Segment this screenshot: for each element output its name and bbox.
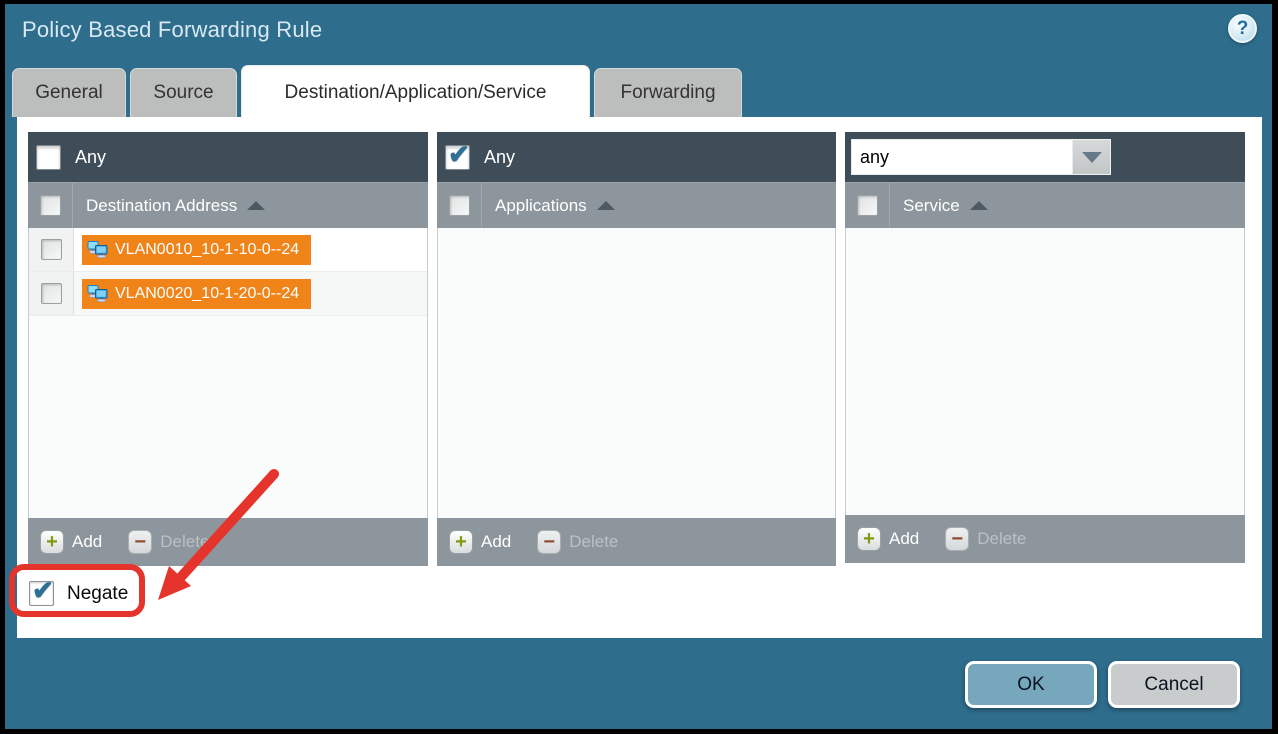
negate-label: Negate: [67, 583, 128, 605]
checkmark-icon: ✔: [32, 575, 54, 606]
address-object-label: VLAN0020_10-1-20-0--24: [115, 285, 299, 303]
destination-add-button[interactable]: + Add: [40, 530, 102, 554]
applications-any-checkbox[interactable]: ✔: [445, 145, 470, 170]
service-delete-button[interactable]: − Delete: [945, 527, 1026, 551]
sort-ascending-icon: [597, 201, 615, 210]
destination-select-all-checkbox[interactable]: [40, 195, 61, 216]
address-object-icon: [87, 241, 108, 258]
applications-delete-button[interactable]: − Delete: [537, 530, 618, 554]
applications-panel: ✔ Any Applications + Add − Delet: [437, 132, 836, 566]
service-column-header: Service: [845, 182, 1245, 228]
row-checkbox[interactable]: [41, 239, 62, 260]
table-row[interactable]: VLAN0020_10-1-20-0--24: [29, 272, 427, 316]
plus-icon: +: [857, 527, 881, 551]
destination-any-header: Any: [28, 132, 428, 182]
address-object-icon: [87, 285, 108, 302]
service-select-all-checkbox[interactable]: [857, 195, 878, 216]
service-footer: + Add − Delete: [845, 515, 1245, 563]
service-dropdown[interactable]: any: [851, 139, 1111, 175]
dialog-title: Policy Based Forwarding Rule: [22, 17, 322, 43]
checkmark-icon: ✔: [448, 139, 470, 170]
tab-destination-application-service[interactable]: Destination/Application/Service: [241, 65, 590, 119]
address-object-badge[interactable]: VLAN0020_10-1-20-0--24: [82, 279, 311, 309]
tab-source[interactable]: Source: [130, 68, 237, 117]
minus-icon: −: [537, 530, 561, 554]
cancel-button[interactable]: Cancel: [1108, 661, 1240, 708]
negate-checkbox[interactable]: ✔: [29, 581, 54, 606]
minus-icon: −: [128, 530, 152, 554]
applications-footer: + Add − Delete: [437, 518, 836, 566]
destination-footer: + Add − Delete: [28, 518, 428, 566]
destination-any-label: Any: [75, 147, 106, 168]
service-panel: any Service + Add −: [845, 132, 1245, 563]
applications-list: [437, 228, 836, 518]
table-row[interactable]: VLAN0010_10-1-10-0--24: [29, 228, 427, 272]
pbf-rule-dialog: Policy Based Forwarding Rule ? General S…: [5, 4, 1272, 729]
plus-icon: +: [40, 530, 64, 554]
service-list: [845, 228, 1245, 515]
ok-button[interactable]: OK: [965, 661, 1097, 708]
applications-select-all-checkbox[interactable]: [449, 195, 470, 216]
address-object-label: VLAN0010_10-1-10-0--24: [115, 241, 299, 259]
destination-any-checkbox[interactable]: [36, 145, 61, 170]
negate-row: ✔ Negate: [29, 581, 128, 606]
destination-column-label[interactable]: Destination Address: [86, 196, 237, 216]
address-object-badge[interactable]: VLAN0010_10-1-10-0--24: [82, 235, 311, 265]
destination-column-header: Destination Address: [28, 182, 428, 228]
applications-any-label: Any: [484, 147, 515, 168]
service-column-label[interactable]: Service: [903, 196, 960, 216]
destination-delete-button[interactable]: − Delete: [128, 530, 209, 554]
applications-any-header: ✔ Any: [437, 132, 836, 182]
plus-icon: +: [449, 530, 473, 554]
tab-forwarding[interactable]: Forwarding: [594, 68, 742, 117]
dialog-content: Any Destination Address: [17, 117, 1262, 638]
applications-column-header: Applications: [437, 182, 836, 228]
service-header: any: [845, 132, 1245, 182]
applications-column-label[interactable]: Applications: [495, 196, 587, 216]
destination-list: VLAN0010_10-1-10-0--24: [28, 228, 428, 518]
sort-ascending-icon: [970, 201, 988, 210]
chevron-down-icon[interactable]: [1073, 139, 1111, 175]
applications-add-button[interactable]: + Add: [449, 530, 511, 554]
minus-icon: −: [945, 527, 969, 551]
tab-general[interactable]: General: [12, 68, 126, 117]
service-dropdown-value: any: [851, 139, 1073, 175]
sort-ascending-icon: [247, 201, 265, 210]
help-icon[interactable]: ?: [1228, 14, 1257, 43]
service-add-button[interactable]: + Add: [857, 527, 919, 551]
screenshot-frame: Policy Based Forwarding Rule ? General S…: [0, 0, 1278, 734]
destination-panel: Any Destination Address: [28, 132, 428, 566]
tab-bar: General Source Destination/Application/S…: [12, 64, 742, 117]
row-checkbox[interactable]: [41, 283, 62, 304]
